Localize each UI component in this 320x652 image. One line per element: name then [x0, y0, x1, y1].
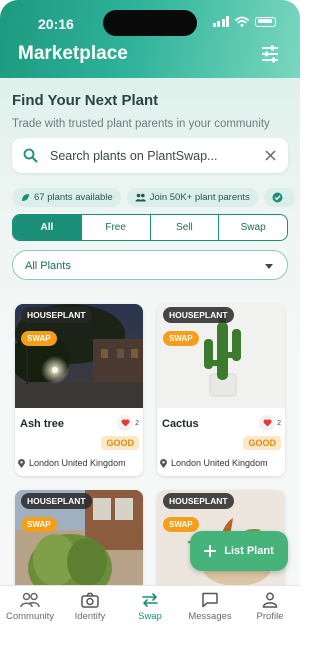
listing-card[interactable]: HOUSEPLANT SWAP Cactus 2 GOOD London Uni… — [157, 304, 285, 476]
plant-type-badge: HOUSEPLANT — [21, 307, 92, 323]
section-heading: Find Your Next Plant — [12, 92, 159, 109]
page-title: Marketplace — [18, 43, 128, 64]
app-screen: 20:16 Marketplace Find Your Next Plant T… — [0, 0, 300, 652]
like-count: 2 — [277, 419, 281, 427]
chat-icon — [202, 592, 218, 608]
search-bar — [12, 138, 288, 173]
list-plant-button[interactable]: List Plant — [190, 531, 288, 571]
like-count: 2 — [135, 419, 139, 427]
tab-sell[interactable]: Sell — [151, 215, 220, 240]
location-pin-icon — [18, 458, 25, 468]
listing-card[interactable]: HOUSEPLANT SWAP Ash tree 2 GOOD London U… — [15, 304, 143, 476]
people-icon — [135, 193, 146, 202]
swap-arrows-icon — [142, 593, 158, 607]
condition-badge: GOOD — [243, 436, 281, 450]
listing-card[interactable]: HOUSEPLANT SWAP — [15, 490, 143, 600]
tab-identify[interactable]: Identify — [60, 592, 120, 622]
tab-swap[interactable]: Swap — [219, 215, 287, 240]
listing-title: Cactus — [162, 418, 199, 430]
section-subheading: Trade with trusted plant parents in your… — [12, 118, 270, 130]
tab-profile[interactable]: Profile — [240, 592, 300, 622]
listing-photo: HOUSEPLANT SWAP — [15, 304, 143, 408]
listing-filter-tabs: All Free Sell Swap — [12, 214, 288, 241]
listing-photo: HOUSEPLANT SWAP — [15, 490, 143, 600]
camera-icon — [81, 592, 99, 608]
plant-type-badge: HOUSEPLANT — [163, 493, 234, 509]
plant-type-badge: HOUSEPLANT — [21, 493, 92, 509]
chip-label: Join 50K+ plant parents — [149, 192, 250, 203]
header: 20:16 Marketplace — [0, 0, 300, 78]
plus-icon — [204, 545, 217, 557]
category-select[interactable]: All Plants — [12, 250, 288, 280]
caret-down-icon — [265, 264, 273, 269]
heart-icon — [259, 415, 276, 431]
signal-icon — [212, 16, 229, 27]
tab-all[interactable]: All — [13, 215, 82, 240]
clear-icon[interactable] — [265, 150, 276, 161]
listing-mode-badge: SWAP — [21, 331, 57, 346]
wifi-icon — [235, 16, 249, 27]
person-icon — [262, 592, 278, 608]
tab-community[interactable]: Community — [0, 592, 60, 622]
status-bar: 20:16 — [0, 10, 300, 36]
sliders-icon[interactable] — [260, 45, 280, 63]
tab-label: Profile — [256, 611, 284, 622]
tab-label: Swap — [138, 611, 162, 622]
chip-verified[interactable] — [263, 188, 295, 207]
listing-mode-badge: SWAP — [163, 331, 199, 346]
location-pin-icon — [160, 458, 167, 468]
search-icon — [23, 148, 38, 163]
tab-label: Community — [5, 611, 55, 622]
chip-plants-available[interactable]: 67 plants available — [12, 188, 121, 207]
listing-location: London United Kingdom — [18, 458, 126, 468]
status-icons — [212, 16, 276, 27]
tab-label: Identify — [74, 611, 106, 622]
listing-mode-badge: SWAP — [163, 517, 199, 532]
like-button[interactable]: 2 — [259, 415, 281, 431]
listing-photo: HOUSEPLANT SWAP — [157, 304, 285, 408]
chip-join-community[interactable]: Join 50K+ plant parents — [126, 188, 258, 207]
location-label: London United Kingdom — [171, 458, 268, 468]
location-label: London United Kingdom — [29, 458, 126, 468]
tab-free[interactable]: Free — [82, 215, 151, 240]
verified-icon — [272, 192, 283, 203]
status-time: 20:16 — [38, 16, 74, 32]
search-input[interactable] — [50, 138, 255, 173]
like-button[interactable]: 2 — [117, 415, 139, 431]
list-plant-label: List Plant — [224, 545, 274, 557]
category-select-value: All Plants — [25, 260, 71, 272]
listing-location: London United Kingdom — [160, 458, 268, 468]
listing-title: Ash tree — [20, 418, 65, 430]
tab-label: Messages — [188, 611, 232, 622]
info-chips: 67 plants available Join 50K+ plant pare… — [12, 188, 295, 207]
condition-badge: GOOD — [101, 436, 139, 450]
tab-messages[interactable]: Messages — [180, 592, 240, 622]
listing-mode-badge: SWAP — [21, 517, 57, 532]
main-content: Find Your Next Plant Trade with trusted … — [0, 78, 300, 600]
tab-swap[interactable]: Swap — [120, 592, 180, 622]
plant-type-badge: HOUSEPLANT — [163, 307, 234, 323]
people-icon — [20, 592, 40, 608]
chip-label: 67 plants available — [34, 192, 113, 203]
leaf-icon — [22, 193, 29, 201]
heart-icon — [117, 415, 134, 431]
camera-notch — [103, 10, 197, 36]
bottom-tab-bar: Community Identify Swap Messages Profile — [0, 585, 300, 652]
battery-icon — [255, 16, 276, 27]
